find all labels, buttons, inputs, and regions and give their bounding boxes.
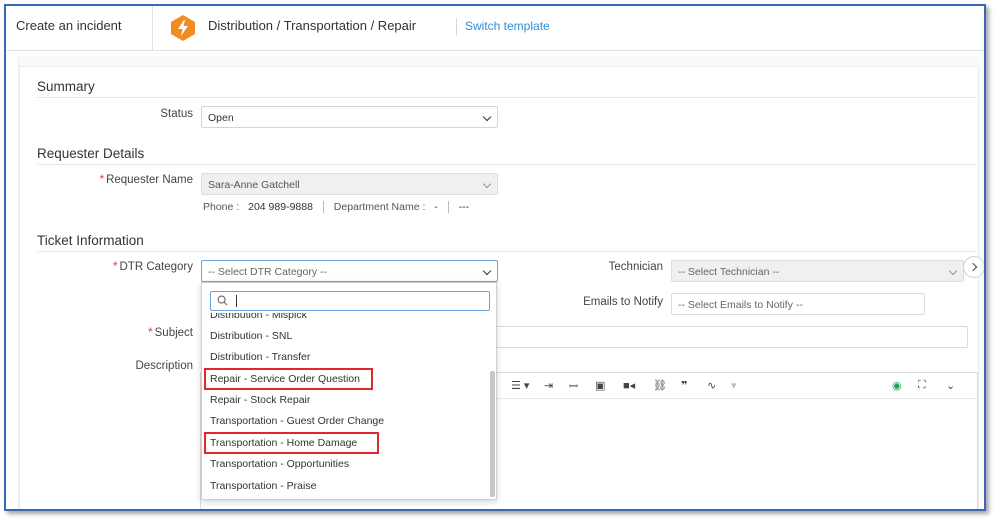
header: Create an incident Distribution / Transp… <box>6 6 984 51</box>
dtr-category-placeholder: -- Select DTR Category -- <box>208 266 328 278</box>
create-incident-title: Create an incident <box>16 18 122 33</box>
required-marker: * <box>148 327 153 339</box>
dtr-category-select[interactable]: -- Select DTR Category -- <box>201 260 498 282</box>
dropdown-option[interactable]: Distribution - Mispick <box>210 313 307 321</box>
link-icon[interactable]: ⛓ <box>653 379 667 392</box>
dropdown-list: Distribution - Mispick Distribution - SN… <box>202 313 490 499</box>
app-frame: Create an incident Distribution / Transp… <box>4 4 986 511</box>
dropdown-search-input[interactable] <box>210 291 490 311</box>
video-icon[interactable]: ■◂ <box>623 379 635 392</box>
section-summary-title: Summary <box>37 79 95 94</box>
emails-to-notify-input[interactable]: -- Select Emails to Notify -- <box>671 293 925 315</box>
phone-label: Phone : <box>203 201 240 213</box>
form-panel: Summary Status Open Requester Details * R… <box>19 66 979 509</box>
highlight-box <box>204 368 373 390</box>
emails-placeholder: -- Select Emails to Notify -- <box>678 299 803 311</box>
header-divider <box>152 6 153 51</box>
section-requester-title: Requester Details <box>37 146 145 161</box>
phone-value: 204 989-9888 <box>248 201 313 213</box>
header-divider <box>456 18 457 36</box>
more-icon[interactable]: ▾ <box>731 379 737 392</box>
technician-placeholder: -- Select Technician -- <box>678 266 780 278</box>
chevron-down-icon <box>482 179 492 189</box>
department-value: - <box>434 201 438 213</box>
dropdown-scrollbar[interactable] <box>490 371 495 497</box>
dropdown-option[interactable]: Transportation - Guest Order Change <box>210 415 384 427</box>
requester-meta: Phone : 204 989-9888 Department Name : -… <box>203 201 470 214</box>
form-area: Summary Status Open Requester Details * R… <box>18 56 980 509</box>
image-icon[interactable]: ▣ <box>595 379 605 392</box>
requester-name-select[interactable]: Sara-Anne Gatchell <box>201 173 498 195</box>
search-icon <box>217 295 228 306</box>
subject-label: * Subject <box>70 327 193 339</box>
emails-label: Emails to Notify <box>583 296 663 308</box>
required-marker: * <box>113 261 118 273</box>
dropdown-option[interactable]: Distribution - Transfer <box>210 351 310 363</box>
quote-icon[interactable]: ❞ <box>681 379 687 392</box>
chevron-down-icon <box>482 266 492 276</box>
chevron-down-icon <box>948 266 958 276</box>
collaborator-icon[interactable]: ◉ <box>892 379 902 392</box>
status-select[interactable]: Open <box>201 106 498 128</box>
meta-divider <box>447 201 449 214</box>
section-divider <box>37 251 977 252</box>
dtr-category-label-text: DTR Category <box>119 261 194 273</box>
technician-label: Technician <box>608 261 663 273</box>
template-logo-icon <box>171 15 195 41</box>
next-panel-button[interactable] <box>963 256 984 278</box>
chevron-down-icon[interactable]: ⌄ <box>946 379 955 392</box>
extra-value: --- <box>458 201 470 213</box>
requester-name-value: Sara-Anne Gatchell <box>208 179 300 191</box>
requester-name-label: * Requester Name <box>70 174 193 186</box>
dtr-category-label: * DTR Category <box>70 261 193 273</box>
section-ticket-title: Ticket Information <box>37 233 144 248</box>
subject-label-text: Subject <box>154 327 193 339</box>
clear-format-icon[interactable]: ꟷ <box>569 379 578 394</box>
department-label: Department Name : <box>333 201 426 213</box>
required-marker: * <box>99 174 105 186</box>
list-icon[interactable]: ☰ ▾ <box>511 379 529 392</box>
signature-icon[interactable]: ∿ <box>707 379 716 392</box>
dropdown-option[interactable]: Transportation - Opportunities <box>210 458 349 470</box>
requester-name-label-text: Requester Name <box>106 174 193 186</box>
dropdown-option[interactable]: Distribution - SNL <box>210 330 292 342</box>
dtr-category-dropdown: Distribution - Mispick Distribution - SN… <box>201 282 497 500</box>
description-label: Description <box>135 360 193 372</box>
chevron-right-icon <box>968 262 978 272</box>
switch-template-link[interactable]: Switch template <box>465 19 550 33</box>
chevron-down-icon <box>482 112 492 122</box>
fullscreen-icon[interactable]: ⛶ <box>918 379 926 392</box>
dropdown-option[interactable]: Transportation - Praise <box>210 480 316 492</box>
status-label: Status <box>160 108 193 120</box>
technician-select[interactable]: -- Select Technician -- <box>671 260 964 282</box>
section-divider <box>37 97 977 98</box>
status-value: Open <box>208 112 234 124</box>
template-path: Distribution / Transportation / Repair <box>208 18 417 33</box>
text-cursor <box>236 295 237 307</box>
dropdown-option[interactable]: Repair - Stock Repair <box>210 394 310 406</box>
highlight-box <box>204 432 379 454</box>
section-divider <box>37 164 977 165</box>
indent-icon[interactable]: ⇥ <box>544 379 553 392</box>
meta-divider <box>322 201 324 214</box>
